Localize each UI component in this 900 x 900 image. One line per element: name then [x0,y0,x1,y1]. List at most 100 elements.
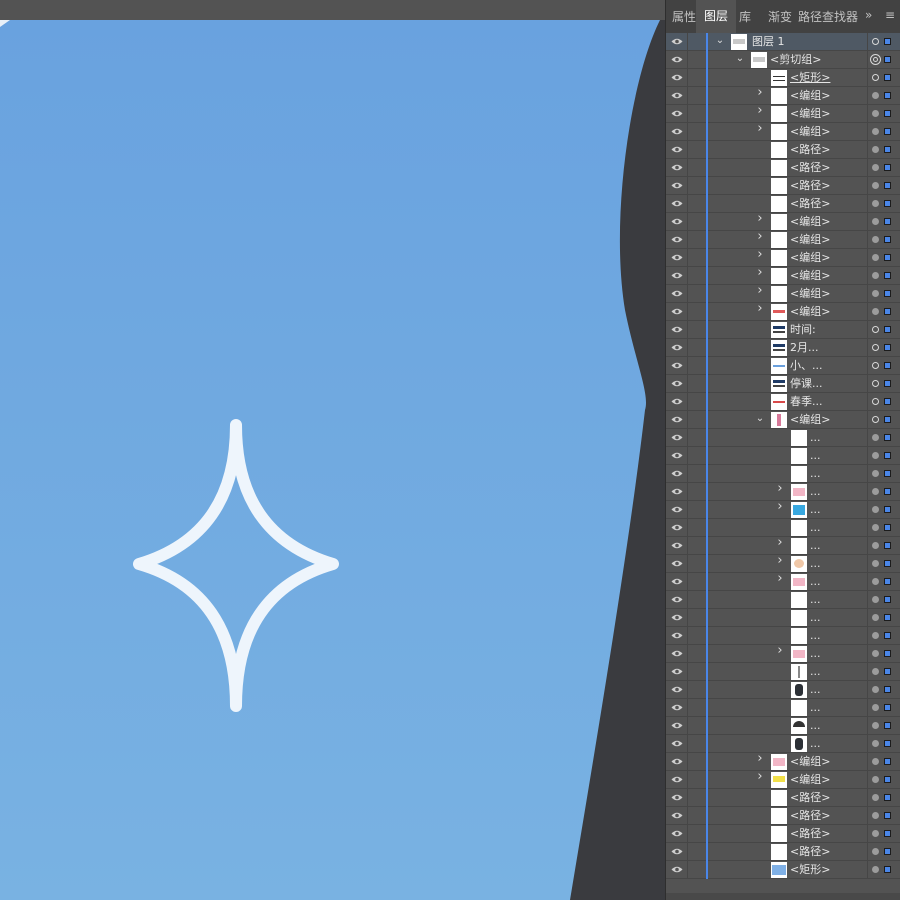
selection-square-icon[interactable] [884,290,891,297]
target-circle-icon[interactable] [872,596,879,603]
selection-square-icon[interactable] [884,578,891,585]
layer-name[interactable]: <路径> [790,845,830,859]
selection-square-icon[interactable] [884,470,891,477]
expand-right-icon[interactable]: › [755,86,765,99]
selection-square-icon[interactable] [884,614,891,621]
lock-column[interactable] [687,573,688,591]
visibility-eye-icon[interactable] [671,451,683,460]
visibility-eye-icon[interactable] [671,631,683,640]
target-circle-icon[interactable] [872,434,879,441]
lock-column[interactable] [687,447,688,465]
visibility-eye-icon[interactable] [671,361,683,370]
selection-square-icon[interactable] [884,758,891,765]
visibility-eye-icon[interactable] [671,325,683,334]
visibility-eye-icon[interactable] [671,199,683,208]
target-circle-icon[interactable] [872,344,879,351]
lock-column[interactable] [687,87,688,105]
layer-name[interactable]: ... [810,431,821,445]
layer-row[interactable]: <矩形> [666,69,900,87]
selection-square-icon[interactable] [884,110,891,117]
selection-square-icon[interactable] [884,812,891,819]
tab-libraries[interactable]: 库 [739,8,751,25]
layer-row[interactable]: ⌄ <编组> [666,411,900,429]
expand-down-icon[interactable]: ⌄ [735,54,745,64]
visibility-eye-icon[interactable] [671,415,683,424]
lock-column[interactable] [687,159,688,177]
lock-column[interactable] [687,645,688,663]
layer-name[interactable]: ... [810,539,821,553]
selection-square-icon[interactable] [884,38,891,45]
selection-square-icon[interactable] [884,686,891,693]
lock-column[interactable] [687,609,688,627]
lock-column[interactable] [687,843,688,861]
visibility-eye-icon[interactable] [671,505,683,514]
layer-name[interactable]: <编组> [790,125,830,139]
layer-row[interactable]: › <编组> [666,284,900,303]
selection-square-icon[interactable] [884,542,891,549]
layer-row[interactable]: › <编组> [666,770,900,789]
target-circle-icon[interactable] [872,416,879,423]
selection-square-icon[interactable] [884,200,891,207]
layer-name[interactable]: ... [810,647,821,661]
selection-square-icon[interactable] [884,56,891,63]
layer-name[interactable]: <编组> [790,107,830,121]
expand-down-icon[interactable]: ⌄ [715,36,725,46]
target-circle-icon[interactable] [872,506,879,513]
layer-name[interactable]: ... [810,719,821,733]
layer-name[interactable]: 春季... [790,395,823,409]
layer-row[interactable]: ›... [666,500,900,519]
target-circle-icon[interactable] [872,182,879,189]
layer-row[interactable]: ... [666,591,900,609]
expand-right-icon[interactable]: › [775,554,785,567]
layer-row[interactable]: <路径> [666,807,900,825]
artboard-canvas[interactable] [0,20,665,900]
layer-row[interactable]: › <编组> [666,302,900,321]
expand-right-icon[interactable]: › [775,500,785,513]
lock-column[interactable] [687,753,688,771]
layer-name[interactable]: <路径> [790,827,830,841]
layer-name[interactable]: <路径> [790,161,830,175]
layer-name[interactable]: <编组> [790,413,830,427]
selection-square-icon[interactable] [884,362,891,369]
visibility-eye-icon[interactable] [671,811,683,820]
layer-name[interactable]: <编组> [790,233,830,247]
target-circle-icon[interactable] [872,326,879,333]
lock-column[interactable] [687,591,688,609]
expand-right-icon[interactable]: › [755,104,765,117]
target-circle-icon[interactable] [872,218,879,225]
layer-row[interactable]: ... [666,699,900,717]
tab-pathfinder[interactable]: 路径查找器 [798,8,858,25]
layer-name[interactable]: ... [810,467,821,481]
lock-column[interactable] [687,501,688,519]
layer-row[interactable]: › <编组> [666,122,900,141]
selection-square-icon[interactable] [884,722,891,729]
lock-column[interactable] [687,141,688,159]
target-circle-icon[interactable] [872,578,879,585]
visibility-eye-icon[interactable] [671,667,683,676]
layer-name[interactable]: 时间: [790,323,816,337]
selection-square-icon[interactable] [884,740,891,747]
layer-row[interactable]: › <编组> [666,230,900,249]
layer-row[interactable]: › <编组> [666,248,900,267]
layer-row[interactable]: ⌄ 图层 1 [666,33,900,51]
layer-name[interactable]: <编组> [790,251,830,265]
selection-square-icon[interactable] [884,416,891,423]
selection-square-icon[interactable] [884,92,891,99]
target-circle-icon[interactable] [872,164,879,171]
lock-column[interactable] [687,537,688,555]
expand-right-icon[interactable]: › [755,752,765,765]
tab-properties[interactable]: 属性 [672,8,696,25]
selection-square-icon[interactable] [884,794,891,801]
layer-row[interactable]: <路径> [666,195,900,213]
layer-row[interactable]: ›... [666,554,900,573]
expand-right-icon[interactable]: › [775,536,785,549]
layer-name[interactable]: ... [810,575,821,589]
lock-column[interactable] [687,825,688,843]
lock-column[interactable] [687,861,688,879]
visibility-eye-icon[interactable] [671,379,683,388]
layer-name[interactable]: <编组> [790,287,830,301]
visibility-eye-icon[interactable] [671,343,683,352]
layer-name[interactable]: ... [810,557,821,571]
layer-name[interactable]: <编组> [790,773,830,787]
layer-row[interactable]: ⌄ <剪切组> [666,51,900,69]
